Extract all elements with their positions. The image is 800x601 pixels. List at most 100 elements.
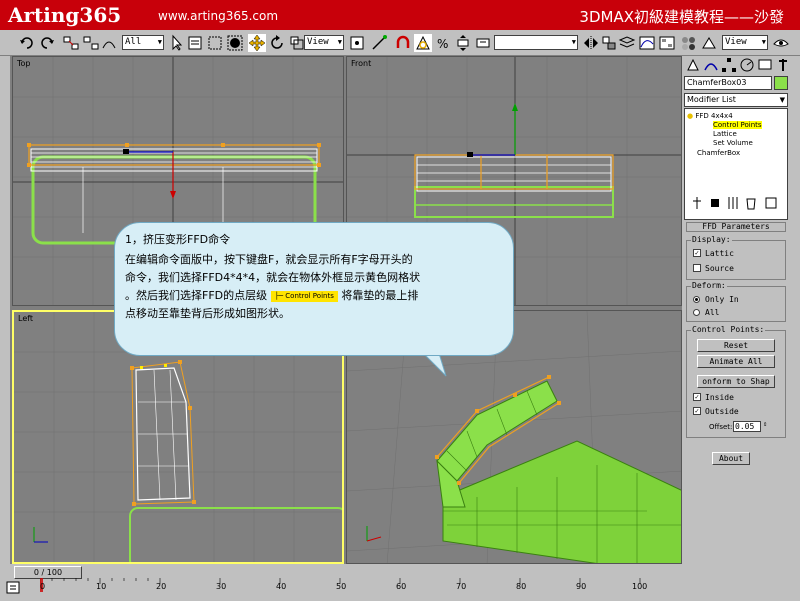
utilities-tab-icon[interactable] — [774, 56, 792, 74]
chevron-down-icon: ▼ — [779, 96, 785, 104]
select-by-name-icon[interactable] — [186, 34, 204, 52]
deform-group: Deform: Only In All — [686, 281, 786, 322]
select-rotate-icon[interactable] — [268, 34, 286, 52]
offset-input[interactable]: 0.05 — [733, 421, 761, 432]
motion-tab-icon[interactable] — [738, 56, 756, 74]
display-group-label: Display: — [691, 235, 732, 244]
stack-item-control-points[interactable]: Control Points — [713, 121, 762, 129]
modifier-list-label: Modifier List — [687, 95, 736, 104]
ruler-tick-label: 0 — [40, 582, 46, 591]
region-select-icon[interactable] — [206, 34, 224, 52]
stack-item-chamferbox[interactable]: ChamferBox — [697, 149, 740, 157]
snap-toggle-icon[interactable] — [394, 34, 412, 52]
select-manipulate-icon[interactable] — [370, 34, 388, 52]
ruler-tick-label: 60 — [396, 582, 407, 591]
create-tab-icon[interactable] — [684, 56, 702, 74]
select-move-icon[interactable] — [248, 34, 266, 52]
window-crossing-icon[interactable] — [226, 34, 244, 52]
stack-item-ffd[interactable]: ● FFD 4x4x4 — [687, 112, 733, 120]
modify-tab-icon[interactable] — [702, 56, 720, 74]
render-scene-icon[interactable] — [700, 34, 718, 52]
ruler-tick-label: 50 — [336, 582, 347, 591]
conform-to-shape-button[interactable]: onform to Shap — [697, 375, 775, 388]
check-icon: ✓ — [693, 249, 701, 257]
spinner-snap-icon[interactable] — [454, 34, 472, 52]
header-banner: Arting365 www.arting365.com 3DMAX初級建模教程—… — [0, 0, 800, 30]
named-selection-icon[interactable] — [474, 34, 492, 52]
ruler-tick-label: 90 — [576, 582, 587, 591]
make-unique-icon[interactable] — [724, 194, 742, 212]
quick-render-icon[interactable] — [772, 34, 790, 52]
bulb-icon: ● — [687, 112, 694, 120]
ruler-tick-label: 20 — [156, 582, 167, 591]
tutorial-callout: 1，挤压变形FFD命令 在编辑命令面版中，按下键盘F，就会显示所有F字母开头的 … — [114, 222, 514, 356]
remove-modifier-icon[interactable] — [742, 194, 760, 212]
ruler-tick-label: 70 — [456, 582, 467, 591]
callout-line: 。然后我们选择FFD的点层级 ├─ Control Points 将靠垫的最上排 — [125, 287, 418, 303]
layer-manager-icon[interactable] — [618, 34, 636, 52]
redo-icon[interactable] — [38, 34, 56, 52]
align-icon[interactable] — [600, 34, 618, 52]
only-in-radio[interactable]: Only In — [693, 295, 773, 305]
pin-stack-icon[interactable] — [688, 194, 706, 212]
callout-line: 点移动至靠垫背后形成如图形状。 — [125, 307, 290, 320]
ruler-tick-label: 40 — [276, 582, 287, 591]
timeline: 0 / 100 0 10 20 30 40 50 60 70 80 90 100 — [0, 564, 800, 600]
ruler-tick-label: 100 — [632, 582, 648, 591]
configure-sets-icon[interactable] — [762, 194, 780, 212]
pivot-center-icon[interactable] — [348, 34, 366, 52]
frame-ruler[interactable]: 0 10 20 30 40 50 60 70 80 90 100 — [40, 578, 680, 598]
show-end-result-icon[interactable] — [706, 194, 724, 212]
object-name-field[interactable]: ChamferBox03 — [684, 76, 772, 90]
ruler-tick-label: 30 — [216, 582, 227, 591]
curve-editor-icon[interactable] — [638, 34, 656, 52]
reference-coord-system[interactable]: View — [304, 35, 344, 50]
main-toolbar: All View % View — [0, 30, 800, 56]
named-selection-sets[interactable] — [494, 35, 578, 50]
control-points-group: Control Points: Reset Animate All onform… — [686, 325, 786, 438]
modifier-list-dropdown[interactable]: Modifier List ▼ — [684, 93, 788, 107]
mirror-icon[interactable] — [582, 34, 600, 52]
select-link-icon[interactable] — [62, 34, 80, 52]
material-editor-icon[interactable] — [680, 34, 698, 52]
percent-snap-icon[interactable]: % — [434, 34, 452, 52]
selection-filter[interactable]: All — [122, 35, 164, 50]
render-type[interactable]: View — [722, 35, 768, 50]
ffd-parameters-rollout[interactable]: FFD Parameters — [686, 222, 786, 232]
undo-icon[interactable] — [18, 34, 36, 52]
callout-text: 。然后我们选择FFD的点层级 — [125, 289, 268, 302]
schematic-view-icon[interactable] — [658, 34, 676, 52]
deform-group-label: Deform: — [691, 281, 727, 290]
select-object-icon[interactable] — [168, 34, 186, 52]
command-panel: ChamferBox03 Modifier List ▼ ● FFD 4x4x4… — [682, 56, 792, 564]
display-group: Display: ✓ Lattic Source — [686, 235, 786, 280]
about-button[interactable]: About — [712, 452, 750, 465]
brand-logo: Arting365 — [8, 3, 122, 27]
angle-snap-icon[interactable] — [414, 34, 432, 52]
ruler-tick-label: 80 — [516, 582, 527, 591]
svg-text:%: % — [437, 37, 448, 51]
ruler-tick-label: 10 — [96, 582, 107, 591]
bind-space-warp-icon[interactable] — [100, 34, 118, 52]
object-color-swatch[interactable] — [774, 76, 788, 90]
offset-label: Offset: — [709, 423, 733, 431]
source-checkbox[interactable]: Source — [693, 264, 773, 274]
unlink-icon[interactable] — [82, 34, 100, 52]
animate-all-button[interactable]: Animate All — [697, 355, 775, 368]
track-bar-toggle-icon[interactable] — [2, 578, 24, 598]
all-radio[interactable]: All — [693, 308, 773, 318]
spinner-icon[interactable]: ⇕ — [763, 420, 767, 428]
outside-checkbox[interactable]: ✓ Outside — [693, 407, 773, 417]
display-tab-icon[interactable] — [756, 56, 774, 74]
callout-line: 在编辑命令面版中，按下键盘F，就会显示所有F字母开头的 — [125, 253, 413, 266]
site-url: www.arting365.com — [158, 9, 279, 23]
callout-title: 1，挤压变形FFD命令 — [125, 233, 231, 246]
stack-item-lattice[interactable]: Lattice — [713, 130, 737, 138]
inside-checkbox[interactable]: ✓ Inside — [693, 393, 773, 403]
reset-button[interactable]: Reset — [697, 339, 775, 352]
lattice-checkbox[interactable]: ✓ Lattic — [693, 249, 773, 259]
callout-line: 命令，我们选择FFD4*4*4，就会在物体外框显示黄色网格状 — [125, 271, 421, 284]
callout-text: 将靠垫的最上排 — [341, 289, 419, 302]
hierarchy-tab-icon[interactable] — [720, 56, 738, 74]
stack-item-set-volume[interactable]: Set Volume — [713, 139, 753, 147]
